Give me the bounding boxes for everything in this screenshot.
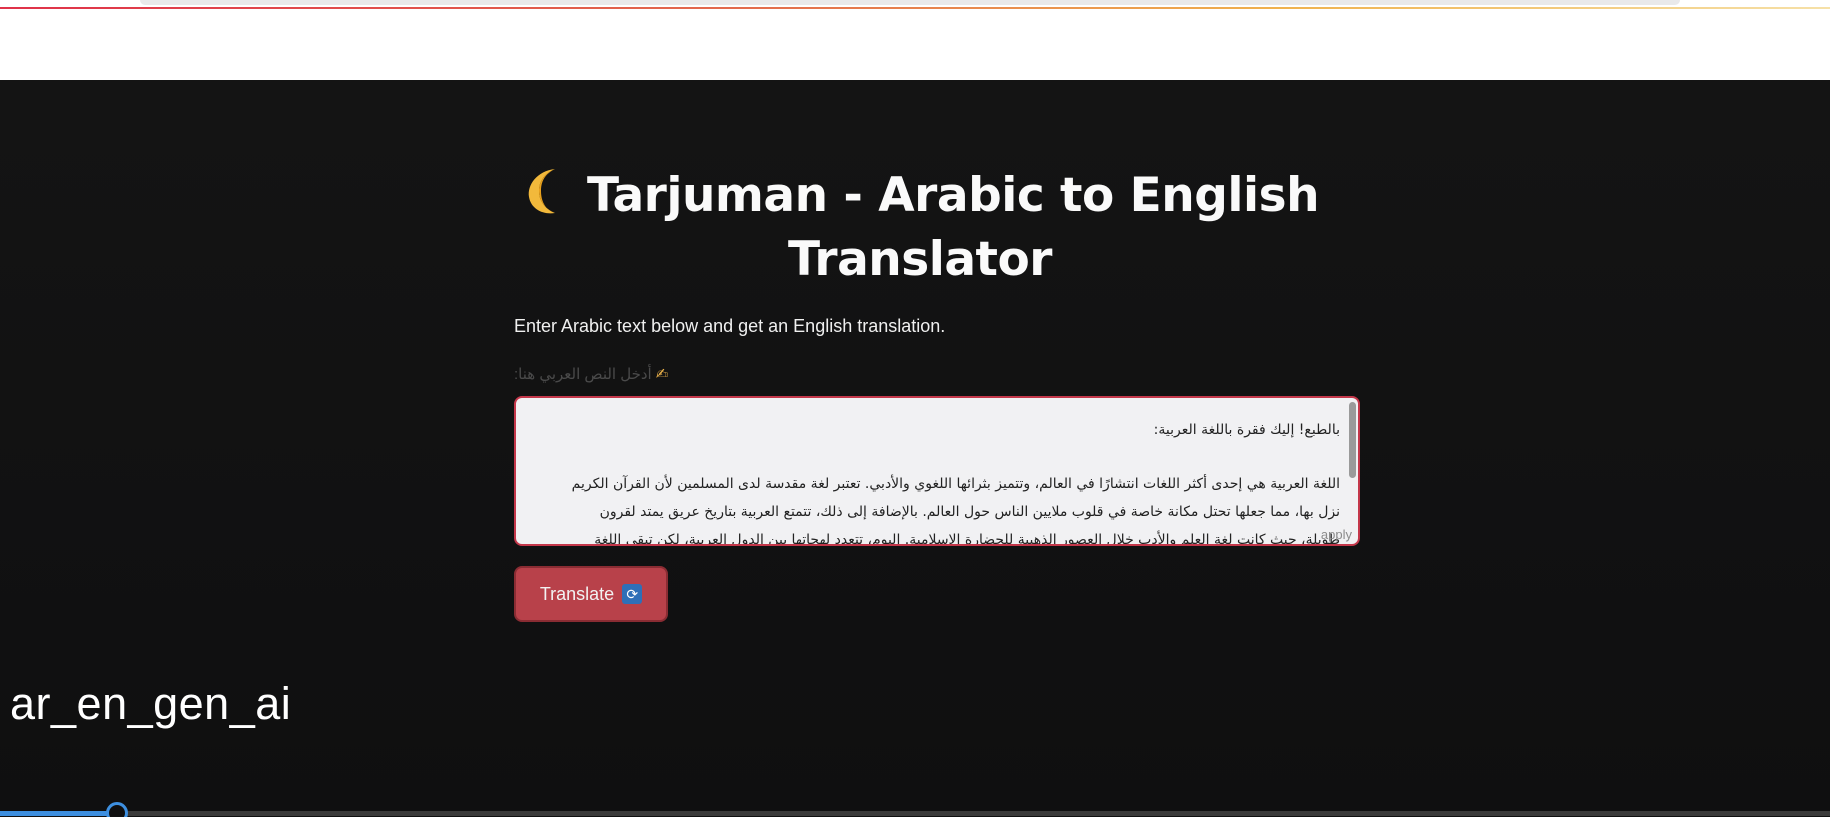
browser-address-bar[interactable] xyxy=(140,0,1680,5)
refresh-icon: ⟳ xyxy=(622,584,643,604)
text-line: نزل بها، مما جعلها تحتل مكانة خاصة في قل… xyxy=(599,504,1340,520)
video-progress-bar[interactable] xyxy=(0,802,1830,817)
crescent-moon-icon xyxy=(528,169,555,214)
page-title-text: Tarjuman - Arabic to English Translator xyxy=(586,168,1320,287)
video-progress-handle[interactable] xyxy=(106,802,129,817)
arabic-input-label: ✍أدخل النص العربي هنا: xyxy=(514,365,668,383)
text-line-blank xyxy=(530,444,1340,470)
textarea-scrollbar[interactable] xyxy=(1349,402,1356,478)
arabic-text-input[interactable]: بالطبع! إليك فقرة باللغة العربية: اللغة … xyxy=(514,396,1360,546)
app-main: Tarjuman - Arabic to English Translator … xyxy=(0,80,1830,817)
arabic-text-content[interactable]: بالطبع! إليك فقرة باللغة العربية: اللغة … xyxy=(530,416,1340,546)
subtitle: Enter Arabic text below and get an Engli… xyxy=(514,316,946,336)
video-caption: ar_en_gen_ai xyxy=(10,678,292,729)
text-line: طويلة، حيث كانت لغة العلم والأدب خلال ال… xyxy=(594,532,1340,546)
arabic-input-label-text: أدخل النص العربي هنا: xyxy=(514,366,652,383)
translate-button[interactable]: Translate ⟳ xyxy=(514,566,668,622)
browser-accent-line xyxy=(0,7,1830,9)
browser-top-strip xyxy=(0,0,1830,80)
text-line: بالطبع! إليك فقرة باللغة العربية: xyxy=(1153,422,1340,438)
video-progress-fill xyxy=(0,811,118,816)
text-line: اللغة العربية هي إحدى أكثر اللغات انتشار… xyxy=(571,476,1340,492)
apply-hint: apply xyxy=(1320,527,1352,542)
page-title: Tarjuman - Arabic to English Translator xyxy=(520,164,1320,292)
translate-button-label: Translate xyxy=(539,583,615,604)
writing-hand-icon: ✍ xyxy=(655,366,669,383)
